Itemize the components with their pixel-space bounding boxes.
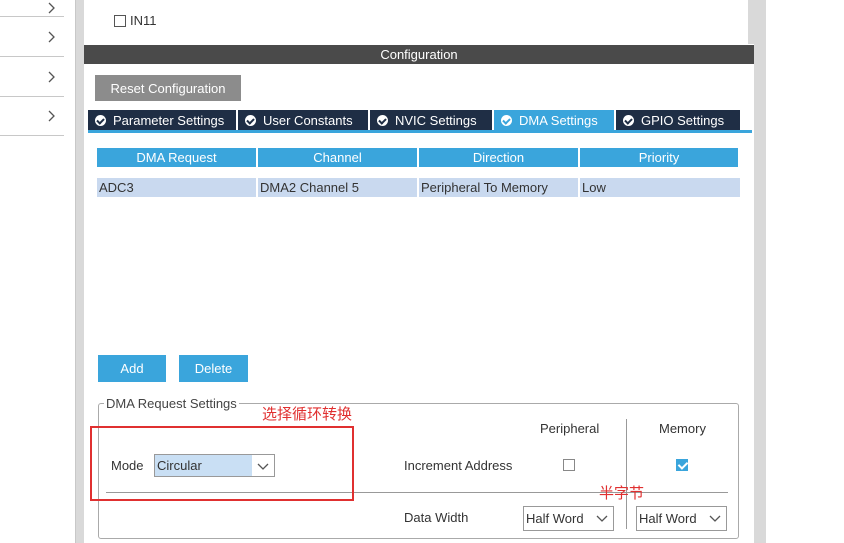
- column-divider: [626, 419, 627, 529]
- select-value: Half Word: [526, 511, 584, 526]
- data-width-memory-select[interactable]: Half Word: [636, 506, 727, 531]
- in11-label: IN11: [130, 13, 157, 28]
- increment-peripheral-checkbox[interactable]: [563, 459, 575, 471]
- peripheral-column-label: Peripheral: [540, 421, 600, 436]
- tab-label: NVIC Settings: [395, 112, 477, 128]
- column-header-dma-request[interactable]: DMA Request: [97, 148, 256, 167]
- config-tabs: Parameter Settings User Constants NVIC S…: [88, 110, 752, 133]
- column-header-direction[interactable]: Direction: [419, 148, 578, 167]
- chevron-down-icon: [709, 515, 721, 522]
- data-width-label: Data Width: [404, 510, 469, 525]
- tab-user-constants[interactable]: User Constants: [238, 110, 368, 130]
- group-legend: DMA Request Settings: [104, 396, 239, 411]
- tab-label: Parameter Settings: [113, 112, 225, 128]
- check-circle-icon: [623, 114, 634, 126]
- check-circle-icon: [245, 114, 256, 126]
- annotation-mode-note: 选择循环转换: [262, 405, 353, 423]
- add-button[interactable]: Add: [98, 355, 166, 382]
- configuration-header: Configuration: [84, 45, 754, 64]
- left-row-2[interactable]: [0, 18, 64, 57]
- annotation-highlight-box: [90, 426, 354, 501]
- reset-configuration-button[interactable]: Reset Configuration: [95, 75, 241, 101]
- column-header-priority[interactable]: Priority: [580, 148, 738, 167]
- chevron-right-icon: [48, 31, 55, 43]
- memory-column-label: Memory: [659, 421, 706, 436]
- column-header-channel[interactable]: Channel: [258, 148, 417, 167]
- increment-address-label: Increment Address: [404, 458, 513, 473]
- in11-checkbox-row[interactable]: IN11: [114, 13, 157, 28]
- increment-memory-checkbox[interactable]: [676, 459, 688, 471]
- delete-button[interactable]: Delete: [179, 355, 248, 382]
- table-header: DMA Request Channel Direction Priority: [97, 148, 740, 167]
- data-width-peripheral-select[interactable]: Half Word: [523, 506, 614, 531]
- tab-label: DMA Settings: [519, 112, 598, 128]
- top-pane: IN11: [84, 0, 754, 44]
- tab-gpio-settings[interactable]: GPIO Settings: [616, 110, 740, 130]
- select-value: Half Word: [639, 511, 697, 526]
- chevron-right-icon: [48, 110, 55, 122]
- table-row[interactable]: ADC3 DMA2 Channel 5 Peripheral To Memory…: [97, 178, 740, 197]
- cell-dma-request: ADC3: [97, 178, 258, 197]
- chevron-right-icon: [48, 71, 55, 83]
- tab-dma-settings[interactable]: DMA Settings: [494, 110, 614, 130]
- tab-parameter-settings[interactable]: Parameter Settings: [88, 110, 236, 130]
- tab-nvic-settings[interactable]: NVIC Settings: [370, 110, 492, 130]
- left-row-3[interactable]: [0, 58, 64, 97]
- annotation-width-note: 半字节: [599, 484, 645, 502]
- check-circle-icon: [501, 114, 512, 126]
- right-splitter: [754, 0, 766, 543]
- tab-label: GPIO Settings: [641, 112, 725, 128]
- left-panel: [0, 0, 76, 543]
- tab-label: User Constants: [263, 112, 353, 128]
- dma-request-table: DMA Request Channel Direction Priority A…: [97, 148, 740, 197]
- check-circle-icon: [95, 114, 106, 126]
- left-row-4[interactable]: [0, 97, 64, 136]
- cell-direction: Peripheral To Memory: [419, 178, 580, 197]
- chevron-right-icon: [48, 2, 55, 14]
- in11-checkbox[interactable]: [114, 14, 126, 27]
- cell-priority: Low: [582, 180, 606, 195]
- left-row-1[interactable]: [0, 0, 64, 17]
- splitter[interactable]: [76, 0, 84, 543]
- check-circle-icon: [377, 114, 388, 126]
- cell-channel: DMA2 Channel 5: [258, 178, 419, 197]
- chevron-down-icon: [596, 515, 608, 522]
